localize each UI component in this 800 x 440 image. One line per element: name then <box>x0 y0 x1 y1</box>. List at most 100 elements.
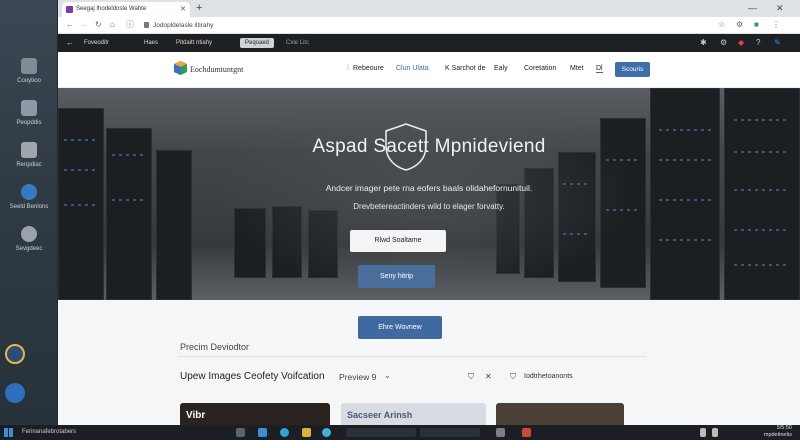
back-icon[interactable]: ← <box>66 37 74 49</box>
menu-icon[interactable]: ⋮ <box>772 19 780 31</box>
app-icon[interactable] <box>496 428 505 437</box>
windows-icon[interactable] <box>258 428 267 437</box>
bookmarks-bar: ← Foveoditr Haes Pitdaitt ntiahy Peqoaed… <box>58 34 800 52</box>
preview-card[interactable]: Sacseer Arinsh <box>341 403 486 425</box>
server-rack-image <box>724 88 800 300</box>
filter-label[interactable]: Iodtrhetoanonts <box>524 373 573 380</box>
bookmark-item[interactable]: Pitdaitt ntiahy <box>176 38 212 48</box>
content-section: Ehre Wovnew Precim Deviodtor Upew Images… <box>58 300 800 425</box>
desktop-icon-label: Seeld Benlons <box>9 204 49 210</box>
site-logo-text[interactable]: Eochdumtuntgnt <box>190 65 243 74</box>
logo-icon <box>174 61 187 75</box>
nav-link[interactable]: Rebeoure <box>353 65 384 72</box>
close-icon[interactable]: ✕ <box>485 372 492 381</box>
chevron-down-icon[interactable]: ⌄ <box>384 371 391 380</box>
bookmark-item[interactable]: Haes <box>144 38 158 48</box>
extensions-icon[interactable]: ⚙ <box>736 19 743 31</box>
updates-heading: Upew Images Ceofety Voifcation <box>180 371 325 382</box>
preview-card[interactable] <box>496 403 624 425</box>
nav-link[interactable]: Mtet <box>570 65 584 72</box>
forward-icon[interactable]: → <box>80 19 88 31</box>
folder-icon[interactable] <box>302 428 311 437</box>
bookmark-item[interactable]: Foveoditr <box>84 38 109 48</box>
desktop: Cooytioo Peopddis Renpdiac Seeld Benlons… <box>0 0 800 440</box>
minimize-button[interactable]: — <box>748 0 757 17</box>
folder-icon <box>21 100 37 116</box>
nav-link[interactable]: Dl <box>596 65 603 73</box>
shield-small-icon[interactable]: ⛉ <box>468 372 474 382</box>
server-rack-image <box>650 88 720 300</box>
server-rack-image <box>156 150 192 300</box>
hero-secondary-button[interactable]: Seny hitrip <box>358 265 435 288</box>
app-icon[interactable] <box>522 428 531 437</box>
network-icon[interactable] <box>700 428 706 437</box>
clock[interactable]: 5/5:50 mpdetinetis <box>742 425 792 439</box>
lock-icon <box>144 22 149 28</box>
hero-section: Aspad Sacett Mpnideviend Andcer imager p… <box>58 88 800 300</box>
nav-link[interactable]: Ealy <box>494 65 508 72</box>
clock-date: mpdetinetis <box>763 432 792 438</box>
nav-link[interactable]: Clun Ulata <box>396 65 429 72</box>
clock-time: 5/5:50 <box>776 425 792 431</box>
gear-icon <box>21 226 37 242</box>
back-icon[interactable]: ← <box>66 19 74 31</box>
nav-link[interactable]: K Sarchot de <box>445 65 485 72</box>
hero-subtitle: Andcer imager pete rna eofers baals olid… <box>325 183 533 193</box>
search-icon[interactable] <box>236 428 245 437</box>
view-more-button[interactable]: Ehre Wovnew <box>358 316 442 339</box>
taskbar-app-button[interactable] <box>346 428 416 437</box>
hero-primary-button[interactable]: Rlwd Soaltame <box>350 230 446 252</box>
address-bar: ← → ↻ ⌂ ⓘ Jodopldelasle iltirahy ☆ ⚙ ■ ⋮ <box>58 17 800 34</box>
taskbar-window-title[interactable]: Ferinanafebrotabers <box>22 427 76 438</box>
bookmark-item[interactable]: Cxle Litc <box>286 38 309 48</box>
app-shortcut-icon[interactable] <box>5 383 25 403</box>
nav-marker: ⁞ <box>347 65 349 72</box>
site-header: Eochdumtuntgnt ⁞ Rebeoure Clun Ulata K S… <box>58 52 800 88</box>
notification-icon[interactable]: ◆ <box>738 37 744 49</box>
new-tab-button[interactable]: + <box>196 1 202 16</box>
url-text: Jodopldelasle iltirahy <box>153 22 214 29</box>
reload-icon[interactable]: ↻ <box>95 19 102 31</box>
nav-link[interactable]: Coretation <box>524 65 556 72</box>
volume-icon[interactable] <box>712 428 718 437</box>
shield-app-icon <box>21 184 37 200</box>
taskbar: Ferinanafebrotabers 5/5:50 mpdetinetis <box>0 425 800 440</box>
app-shortcut-icon[interactable] <box>5 344 25 364</box>
edge-icon[interactable] <box>280 428 289 437</box>
nav-cta-button[interactable]: Scouris <box>615 62 650 77</box>
desktop-icon-people[interactable]: Peopddis <box>4 100 54 127</box>
desktop-icon-label: Sevgdeec <box>15 246 43 252</box>
url-field[interactable]: Jodopldelasle iltirahy <box>144 19 704 32</box>
site-info-icon[interactable]: ⓘ <box>126 19 134 31</box>
browser-icon[interactable] <box>322 428 331 437</box>
taskbar-app-button[interactable] <box>420 428 480 437</box>
desktop-icon-computer[interactable]: Cooytioo <box>4 58 54 85</box>
desktop-icon-shield[interactable]: Seeld Benlons <box>4 184 54 211</box>
desktop-icon-column: Cooytioo Peopddis Renpdiac Seeld Benlons… <box>0 0 57 425</box>
desktop-icon-label: Renpdiac <box>16 162 42 168</box>
preview-label: Preview <box>339 372 370 382</box>
desktop-icon-label: Peopddis <box>16 120 42 126</box>
section-divider <box>178 356 646 357</box>
settings-icon[interactable]: ✱ <box>700 37 707 49</box>
bookmark-item-active[interactable]: Peqoaed <box>240 38 275 48</box>
browser-tab[interactable]: Seegaj Ihodeldoste Wahte ✕ <box>62 2 190 17</box>
gear-icon[interactable]: ⚙ <box>720 37 727 49</box>
start-icon[interactable] <box>4 428 13 437</box>
profile-icon[interactable]: ■ <box>754 19 759 31</box>
card-caption: Vibr <box>186 410 206 421</box>
star-icon[interactable]: ☆ <box>718 19 725 31</box>
preview-card[interactable]: Vibr <box>180 403 330 425</box>
hero-subtitle-secondary: Drevbetereactinders wild to elager forva… <box>353 202 505 211</box>
cube-icon <box>21 142 37 158</box>
close-window-button[interactable]: ✕ <box>776 0 784 17</box>
home-icon[interactable]: ⌂ <box>110 19 115 31</box>
pen-icon[interactable]: ✎ <box>774 37 781 49</box>
desktop-icon-settings[interactable]: Sevgdeec <box>4 226 54 253</box>
close-tab-icon[interactable]: ✕ <box>180 2 186 17</box>
favicon-icon <box>66 6 73 13</box>
desktop-icon-label: Cooytioo <box>17 78 41 84</box>
preview-dropdown[interactable]: Preview 9 <box>339 372 376 382</box>
help-icon[interactable]: ? <box>756 37 760 49</box>
desktop-icon-recycle[interactable]: Renpdiac <box>4 142 54 169</box>
